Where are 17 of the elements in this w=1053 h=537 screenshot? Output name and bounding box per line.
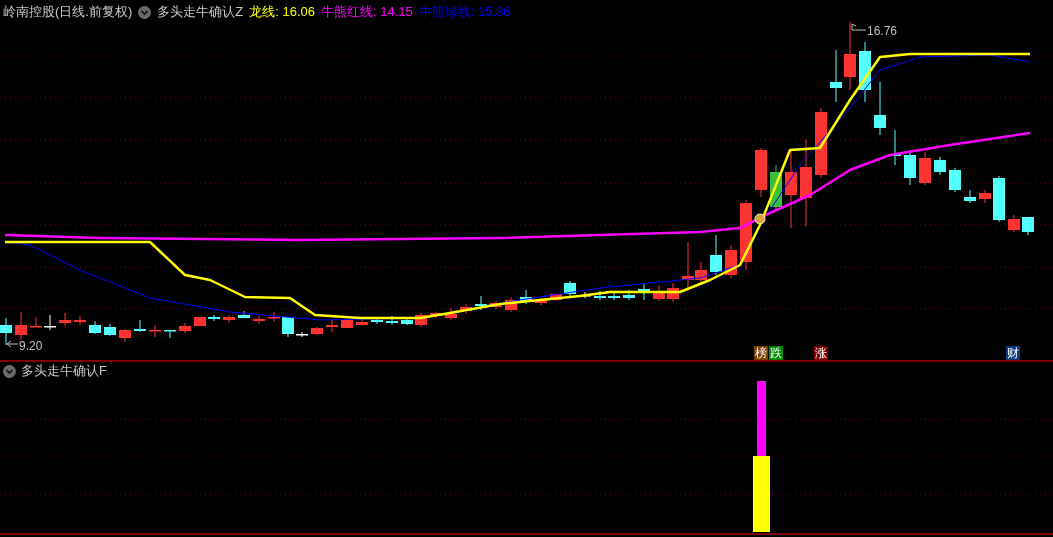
signal-badge: 跌 bbox=[769, 346, 783, 360]
stock-title: 岭南控股(日线.前复权) bbox=[3, 3, 133, 22]
indicator-name: 多头走牛确认F bbox=[21, 362, 107, 381]
indicator-reading: 龙线: 16.06 bbox=[249, 3, 315, 22]
signal-badge: 财 bbox=[1006, 346, 1020, 360]
signal-badge: 榜 bbox=[754, 346, 768, 360]
high-price-label: 16.76 bbox=[867, 23, 898, 40]
indicator-reading: 牛熊绿线: 15.86 bbox=[418, 3, 511, 22]
coin-icon bbox=[754, 213, 766, 225]
chevron-down-icon[interactable] bbox=[3, 364, 16, 378]
signal-badge: 涨 bbox=[814, 346, 828, 360]
pointer-arrow-icon bbox=[851, 23, 867, 31]
chevron-down-icon[interactable] bbox=[138, 5, 152, 19]
indicator-reading: 牛熊红线: 14.15 bbox=[321, 3, 413, 22]
indicator-name: 多头走牛确认Z bbox=[157, 3, 244, 22]
pointer-arrow-icon bbox=[6, 340, 19, 348]
low-price-label: 9.20 bbox=[19, 338, 43, 355]
